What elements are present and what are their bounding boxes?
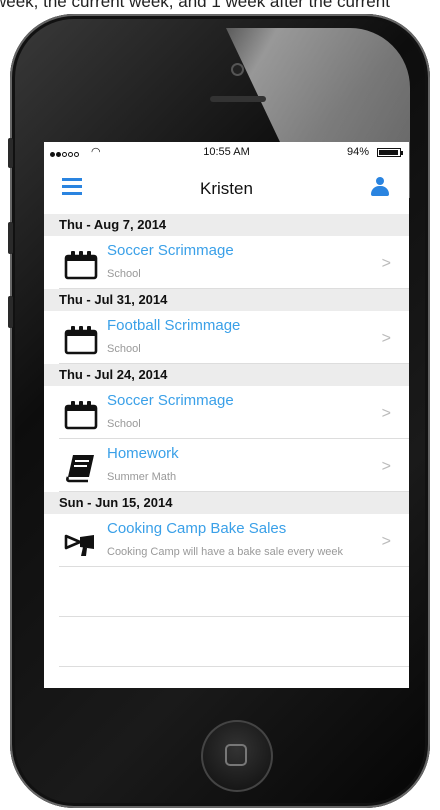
- row-divider: [59, 666, 409, 667]
- chevron-right-icon: >: [381, 533, 391, 550]
- event-list: Thu - Aug 7, 2014 Soccer Scrimmage School >…: [44, 214, 409, 667]
- battery-percent: 94%: [346, 146, 369, 158]
- event-subtitle: School: [107, 418, 141, 430]
- navigation-bar: Kristen: [44, 164, 409, 212]
- row-divider: [59, 288, 409, 289]
- home-button[interactable]: [201, 720, 273, 792]
- event-title: Soccer Scrimmage: [107, 242, 234, 259]
- battery-icon: [377, 148, 403, 157]
- caption-text: week, the current week, and 1 week after…: [0, 0, 390, 11]
- event-row[interactable]: Football Scrimmage School >: [44, 311, 409, 364]
- event-title: Homework: [107, 445, 179, 462]
- calendar-icon: [64, 400, 98, 430]
- row-divider: [59, 491, 409, 492]
- app-screen: ◠ 10:55 AM 94% Kristen Thu - Aug 7, 2014…: [44, 142, 409, 688]
- section-header-date: Thu - Aug 7, 2014: [44, 214, 409, 236]
- calendar-icon: [64, 325, 98, 355]
- megaphone-icon: [64, 528, 98, 558]
- chevron-right-icon: >: [381, 330, 391, 347]
- section-header-date: Sun - Jun 15, 2014: [44, 492, 409, 514]
- empty-row: [44, 617, 409, 667]
- chevron-right-icon: >: [381, 405, 391, 422]
- volume-up-button: [8, 222, 13, 254]
- event-row[interactable]: Cooking Camp Bake Sales Cooking Camp will…: [44, 514, 409, 567]
- page-title: Kristen: [200, 179, 253, 198]
- event-row[interactable]: Homework Summer Math >: [44, 439, 409, 492]
- event-title: Cooking Camp Bake Sales: [107, 520, 287, 537]
- mute-switch: [8, 138, 13, 168]
- event-title: Football Scrimmage: [107, 317, 241, 334]
- home-square-icon: [225, 744, 247, 766]
- section-header-date: Thu - Jul 31, 2014: [44, 289, 409, 311]
- book-icon: [64, 453, 98, 483]
- event-title: Soccer Scrimmage: [107, 392, 234, 409]
- event-subtitle: School: [107, 343, 141, 355]
- chevron-right-icon: >: [381, 255, 391, 272]
- earpiece-speaker: [210, 96, 266, 102]
- event-subtitle: Summer Math: [107, 471, 177, 483]
- front-camera: [233, 65, 242, 74]
- user-profile-icon[interactable]: [371, 177, 389, 197]
- row-divider: [59, 363, 409, 364]
- section-header-date: Thu - Jul 24, 2014: [44, 364, 409, 386]
- event-subtitle: Cooking Camp will have a bake sale every…: [107, 546, 344, 558]
- calendar-icon: [64, 250, 98, 280]
- volume-down-button: [8, 296, 13, 328]
- event-row[interactable]: Soccer Scrimmage School >: [44, 236, 409, 289]
- event-subtitle: School: [107, 268, 141, 280]
- chevron-right-icon: >: [381, 458, 391, 475]
- event-row[interactable]: Soccer Scrimmage School >: [44, 386, 409, 439]
- status-bar: ◠ 10:55 AM 94%: [44, 142, 409, 162]
- empty-row: [44, 567, 409, 617]
